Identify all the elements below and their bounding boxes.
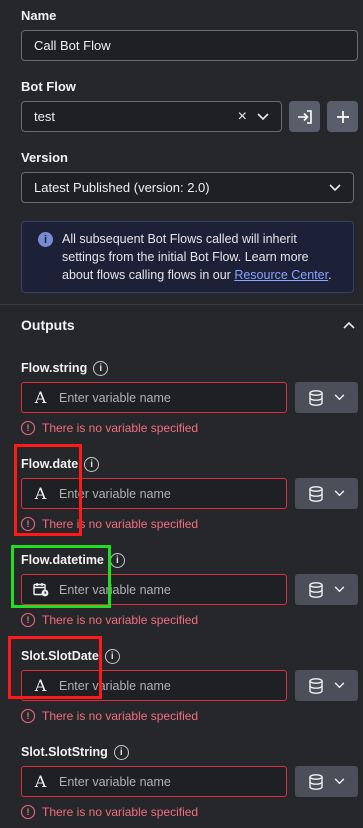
outputs-header[interactable]: Outputs — [21, 316, 355, 334]
error-icon: ! — [21, 517, 35, 531]
variable-picker-button[interactable] — [295, 574, 358, 605]
outputs-title: Outputs — [21, 317, 75, 333]
help-icon[interactable]: i — [84, 456, 100, 472]
error-text: There is no variable specified — [42, 421, 199, 435]
name-input[interactable]: Call Bot Flow — [21, 30, 358, 61]
variable-name-input[interactable]: A Enter variable name — [21, 670, 287, 701]
error-icon: ! — [21, 613, 35, 627]
text-type-icon: A — [34, 388, 47, 407]
plus-icon — [336, 110, 349, 123]
chevron-up-icon[interactable] — [343, 321, 355, 329]
database-icon — [308, 677, 323, 694]
variable-placeholder: Enter variable name — [59, 774, 171, 789]
bot-flow-value: test — [34, 109, 55, 124]
chevron-down-icon — [334, 586, 344, 593]
error-text: There is no variable specified — [42, 613, 199, 627]
help-icon[interactable]: i — [113, 744, 129, 760]
validation-error: ! There is no variable specified — [21, 613, 358, 627]
open-flow-icon — [297, 109, 312, 124]
help-icon[interactable]: i — [93, 360, 109, 376]
variable-name-input[interactable]: Enter variable name — [21, 574, 287, 605]
database-icon — [308, 485, 323, 502]
validation-error: ! There is no variable specified — [21, 709, 358, 723]
output-label: Flow.datetime — [21, 553, 104, 567]
variable-name-input[interactable]: A Enter variable name — [21, 478, 287, 509]
output-label: Slot.SlotDate — [21, 649, 99, 663]
version-select[interactable]: Latest Published (version: 2.0) — [21, 172, 354, 203]
text-type-icon: A — [34, 676, 47, 695]
chevron-down-icon — [334, 394, 344, 401]
variable-picker-button[interactable] — [295, 670, 358, 701]
open-flow-button[interactable] — [289, 101, 320, 132]
output-item: Flow.date i A Enter variable name! There is … — [21, 456, 358, 531]
variable-picker-button[interactable] — [295, 478, 358, 509]
info-banner: i All subsequent Bot Flows called will i… — [21, 221, 354, 293]
clear-icon[interactable]: × — [238, 108, 247, 126]
variable-name-input[interactable]: A Enter variable name — [21, 382, 287, 413]
error-text: There is no variable specified — [42, 709, 199, 723]
section-divider — [0, 304, 363, 305]
error-text: There is no variable specified — [42, 517, 199, 531]
error-icon: ! — [21, 709, 35, 723]
version-label: Version — [21, 150, 68, 165]
calendar-clock-icon — [22, 582, 59, 597]
info-tail: . — [328, 268, 332, 282]
output-label: Flow.date — [21, 457, 79, 471]
error-icon: ! — [21, 805, 35, 819]
text-type-icon: A — [34, 484, 47, 503]
variable-placeholder: Enter variable name — [59, 582, 171, 597]
output-label: Slot.SlotString — [21, 745, 108, 759]
add-flow-button[interactable] — [327, 101, 358, 132]
variable-picker-button[interactable] — [295, 766, 358, 797]
help-icon[interactable]: i — [104, 648, 120, 664]
variable-placeholder: Enter variable name — [59, 678, 171, 693]
bot-flow-select[interactable]: test × — [21, 101, 282, 132]
variable-name-input[interactable]: A Enter variable name — [21, 766, 287, 797]
chevron-down-icon — [334, 682, 344, 689]
variable-placeholder: Enter variable name — [59, 390, 171, 405]
chevron-down-icon — [334, 778, 344, 785]
info-icon: i — [38, 232, 53, 247]
output-label: Flow.string — [21, 361, 88, 375]
chevron-down-icon[interactable] — [257, 112, 269, 121]
name-label: Name — [21, 8, 57, 23]
database-icon — [308, 389, 323, 406]
bot-flow-label: Bot Flow — [21, 79, 76, 94]
variable-placeholder: Enter variable name — [59, 486, 171, 501]
help-icon[interactable]: i — [109, 552, 125, 568]
variable-picker-button[interactable] — [295, 382, 358, 413]
chevron-down-icon — [334, 490, 344, 497]
error-icon: ! — [21, 421, 35, 435]
validation-error: ! There is no variable specified — [21, 517, 358, 531]
output-item: Flow.datetime i Enter variable name! There … — [21, 552, 358, 627]
validation-error: ! There is no variable specified — [21, 805, 358, 819]
text-type-icon: A — [34, 772, 47, 791]
validation-error: ! There is no variable specified — [21, 421, 358, 435]
database-icon — [308, 581, 323, 598]
chevron-down-icon — [329, 183, 341, 191]
resource-center-link[interactable]: Resource Center — [234, 268, 328, 282]
version-value: Latest Published (version: 2.0) — [34, 180, 210, 195]
output-item: Slot.SlotString i A Enter variable name! The… — [21, 744, 358, 819]
error-text: There is no variable specified — [42, 805, 199, 819]
database-icon — [308, 773, 323, 790]
output-item: Slot.SlotDate i A Enter variable name! There… — [21, 648, 358, 723]
output-item: Flow.string i A Enter variable name! There i… — [21, 360, 358, 435]
